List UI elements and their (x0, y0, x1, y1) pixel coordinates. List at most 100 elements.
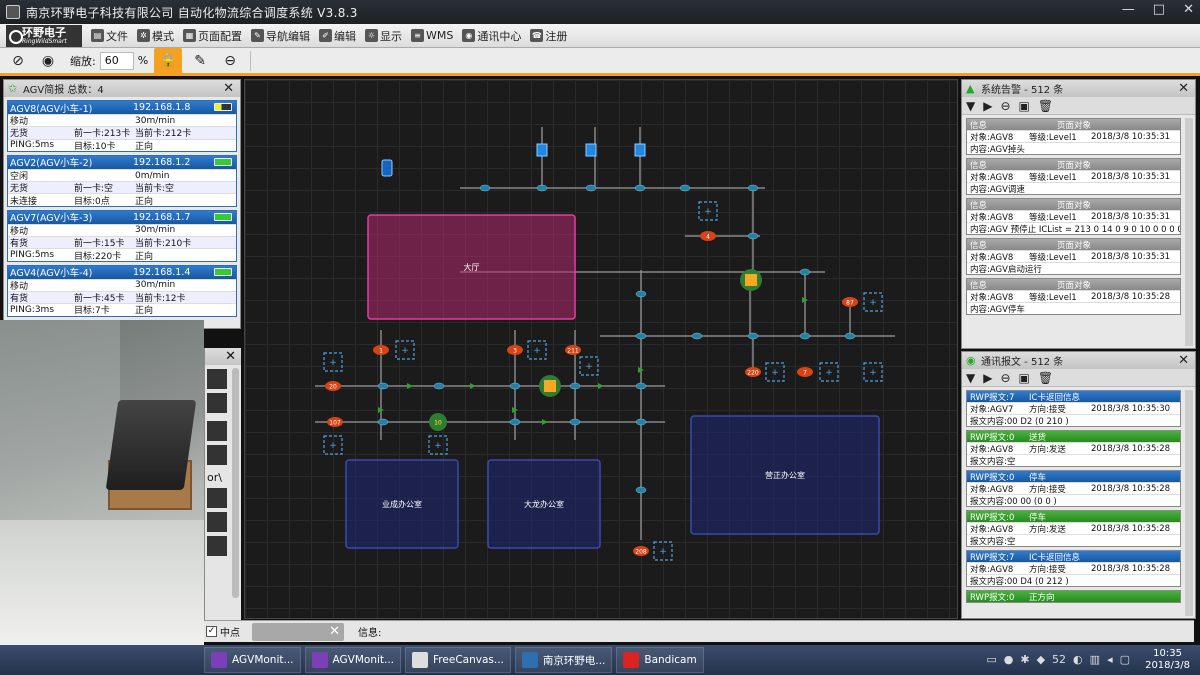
filter-input[interactable]: ✕ (252, 622, 344, 641)
menu-nav-edit[interactable]: ✎ 导航编辑 (251, 28, 310, 44)
taskbar-app[interactable]: AGVMonit... (204, 647, 301, 673)
comm-item[interactable]: RWP报文:0 送货 对象:AGV8 方向:发送 2018/3/8 10:35:28 报文… (966, 430, 1181, 467)
charger-icon[interactable] (585, 143, 597, 157)
menu-wms[interactable]: ≡ WMS (411, 29, 453, 42)
map-node[interactable] (844, 332, 856, 340)
menu-file[interactable]: ▤ 文件 (91, 28, 128, 44)
chat-icon[interactable]: ◐ (1073, 653, 1083, 666)
save-icon[interactable]: ▣ (1019, 99, 1030, 113)
trash-icon[interactable]: 🗑 (1038, 99, 1053, 113)
close-icon[interactable]: ✕ (225, 349, 236, 364)
agv-card[interactable]: AGV7(AGV小车-3) 192.168.1.7 移动 30m/min 有货 前一卡:1… (7, 209, 237, 262)
swatch-block[interactable] (207, 536, 227, 556)
scrollbar[interactable] (1185, 390, 1193, 616)
alarm-item[interactable]: 信息 页面对象 对象:AGV8 等级:Level1 2018/3/8 10:35:31 内… (966, 158, 1181, 195)
lock-icon[interactable]: 🔒 (154, 47, 183, 74)
menu-edit[interactable]: ✐ 编辑 (319, 28, 356, 44)
clock[interactable]: 10:35 2018/3/8 (1145, 648, 1190, 672)
record-icon[interactable]: ● (1004, 653, 1014, 666)
charger-icon[interactable] (634, 143, 646, 157)
network-icon[interactable]: ▥ (1090, 653, 1100, 666)
play-icon[interactable]: ▶ (983, 99, 992, 113)
map-node[interactable] (691, 332, 703, 340)
swatch-block[interactable] (207, 393, 227, 413)
maximize-button[interactable]: □ (1153, 2, 1165, 17)
minimize-button[interactable]: — (1122, 2, 1135, 17)
menu-comm-center[interactable]: ◉ 通讯中心 (462, 28, 521, 44)
midpoint-checkbox[interactable]: ✓ (206, 626, 217, 637)
taskbar-app[interactable]: AGVMonit... (304, 647, 402, 673)
keyboard-icon[interactable]: ▭ (986, 653, 996, 666)
agv-card[interactable]: AGV4(AGV小车-4) 192.168.1.4 移动 30m/min 有货 前一卡:4… (7, 264, 237, 317)
alarm-item[interactable]: 信息 页面对象 对象:AGV8 等级:Level1 2018/3/8 10:35:31 内… (966, 118, 1181, 155)
map-node[interactable] (799, 268, 811, 276)
map-canvas[interactable]: 大厅 业成办公室 大龙办公室 营正办公室 1 3 211 20 107 4 87 220 7 208 10 +… (244, 79, 958, 619)
map-node[interactable] (536, 184, 548, 192)
map-node[interactable] (635, 332, 647, 340)
trash-icon[interactable]: 🗑 (1038, 371, 1053, 385)
close-icon[interactable]: ✕ (223, 81, 234, 96)
map-node[interactable] (509, 382, 521, 390)
charger-icon[interactable] (536, 143, 548, 157)
minus-circle-icon[interactable]: ⊖ (1000, 371, 1010, 385)
close-icon[interactable]: ✕ (1178, 353, 1189, 368)
swatch-block[interactable] (207, 421, 227, 441)
menu-display[interactable]: ☼ 显示 (365, 28, 402, 44)
taskbar-app[interactable]: FreeCanvas... (405, 647, 511, 673)
map-node[interactable] (377, 382, 389, 390)
map-node[interactable] (585, 184, 597, 192)
map-node[interactable] (634, 184, 646, 192)
swatch-block[interactable] (207, 445, 227, 465)
comm-item[interactable]: RWP报文:0 停车 对象:AGV8 方向:发送 2018/3/8 10:35:28 报文… (966, 510, 1181, 547)
notification-icon[interactable]: ▢ (1120, 653, 1130, 666)
comm-item[interactable]: RWP报文:7 IC卡返回信息 对象:AGV7 方向:接受 2018/3/8 10:35… (966, 390, 1181, 427)
map-node[interactable] (635, 382, 647, 390)
close-button[interactable]: ✕ (1183, 2, 1194, 17)
map-node[interactable] (509, 418, 521, 426)
map-node[interactable] (569, 382, 581, 390)
device-icon[interactable] (381, 159, 393, 177)
map-node[interactable] (747, 184, 759, 192)
map-node[interactable] (747, 332, 759, 340)
map-node[interactable] (569, 418, 581, 426)
scrollbar[interactable] (1185, 118, 1193, 346)
save-icon[interactable]: ▣ (1019, 371, 1030, 385)
comm-item[interactable]: RWP报文:0 正方向 (966, 590, 1181, 603)
filter-icon[interactable]: ▼ (966, 371, 975, 385)
alarm-item[interactable]: 信息 页面对象 对象:AGV8 等级:Level1 2018/3/8 10:35:28 内… (966, 278, 1181, 315)
minus-circle-icon[interactable]: ⊖ (1000, 99, 1010, 113)
close-icon[interactable]: ✕ (1178, 81, 1189, 96)
map-node[interactable] (479, 184, 491, 192)
alarm-item[interactable]: 信息 页面对象 对象:AGV8 等级:Level1 2018/3/8 10:35:31 内… (966, 198, 1181, 235)
map-node[interactable] (679, 184, 691, 192)
eye-icon[interactable]: ◉ (36, 49, 60, 73)
taskbar-app[interactable]: 南京环野电... (514, 647, 613, 673)
map-node[interactable] (635, 418, 647, 426)
agv-card[interactable]: AGV2(AGV小车-2) 192.168.1.2 空闲 0m/min 无货 前一卡:空 当… (7, 154, 237, 207)
map-node[interactable] (635, 290, 647, 298)
swatch-block[interactable] (207, 369, 227, 389)
filter-icon[interactable]: ▼ (966, 99, 975, 113)
swatch-block[interactable] (207, 488, 227, 508)
agv-card[interactable]: AGV8(AGV小车-1) 192.168.1.8 移动 30m/min 无货 前一卡:2… (7, 100, 237, 152)
play-icon[interactable]: ▶ (983, 371, 992, 385)
hide-icon[interactable]: ⊘ (6, 49, 30, 73)
bluetooth-icon[interactable]: ✱ (1020, 653, 1029, 666)
clear-icon[interactable]: ✕ (329, 624, 340, 639)
swatch-block[interactable] (207, 512, 227, 532)
menu-mode[interactable]: ✲ 模式 (137, 28, 174, 44)
pen-icon[interactable]: ✎ (188, 49, 212, 73)
map-node[interactable] (635, 486, 647, 494)
map-svg[interactable]: 大厅业成办公室 大龙办公室 营正办公室 1 3 211 20 107 4 87 220 7 208 10 +… (245, 80, 959, 620)
map-node[interactable] (747, 232, 759, 240)
map-node[interactable] (377, 418, 389, 426)
map-node[interactable] (433, 382, 445, 390)
menu-page-config[interactable]: ▦ 页面配置 (183, 28, 242, 44)
comm-item[interactable]: RWP报文:7 IC卡返回信息 对象:AGV8 方向:接受 2018/3/8 10:35… (966, 550, 1181, 587)
menu-register[interactable]: ☎ 注册 (530, 28, 567, 44)
map-node[interactable] (799, 332, 811, 340)
volume-icon[interactable]: ◂ (1107, 653, 1113, 666)
zoom-input[interactable]: 60 (99, 51, 134, 70)
alarm-item[interactable]: 信息 页面对象 对象:AGV8 等级:Level1 2018/3/8 10:35:31 内… (966, 238, 1181, 275)
comm-item[interactable]: RWP报文:0 停车 对象:AGV8 方向:接受 2018/3/8 10:35:28 报文… (966, 470, 1181, 507)
